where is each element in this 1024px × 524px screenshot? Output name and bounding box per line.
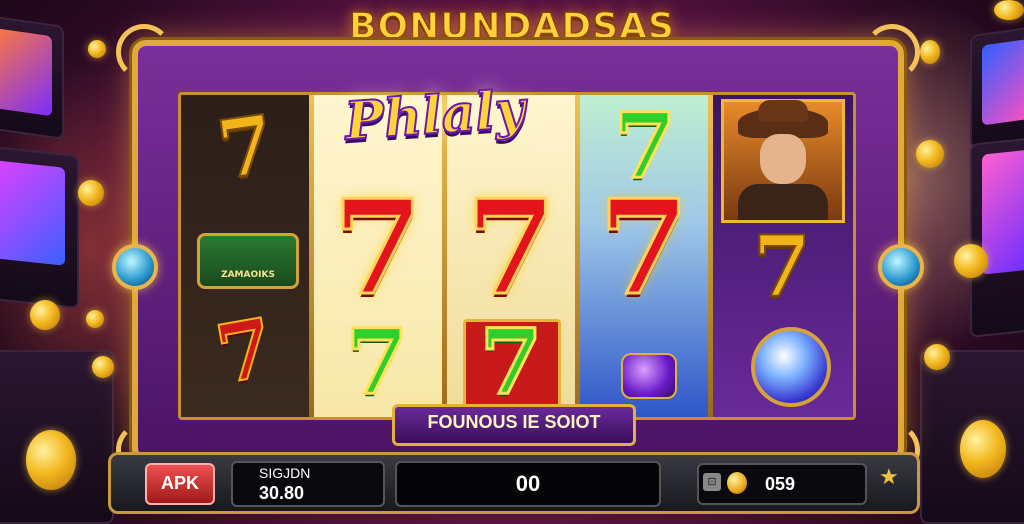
balance-display: SIGJDN 30.80: [231, 461, 385, 507]
coin-icon: [916, 140, 944, 168]
control-bar: APK SIGJDN 30.80 00 ⊡ 059 ★: [108, 452, 920, 514]
reel-1: 7 ZAMAOIKS 7: [181, 95, 309, 417]
coin-icon: [86, 310, 104, 328]
side-gem-left: [112, 244, 158, 290]
coin-icon: [954, 244, 988, 278]
cowboy-symbol: [721, 99, 845, 223]
red-seven-symbol: 7: [464, 171, 557, 324]
coin-icon: [92, 356, 114, 378]
coin-icon: [727, 472, 747, 494]
apk-button[interactable]: APK: [145, 463, 215, 505]
coin-icon: [78, 180, 104, 206]
purple-gem-symbol: [621, 353, 677, 399]
coin-display: ⊡ 059: [697, 463, 867, 505]
ornament-corner: [116, 24, 172, 80]
arcade-cabinet-right-mid: [970, 136, 1024, 338]
gem-chest-symbol: ZAMAOIKS: [197, 233, 299, 289]
coin-icon: [26, 430, 76, 490]
coin-icon: [30, 300, 60, 330]
blue-orb-symbol: [751, 327, 831, 407]
star-icon[interactable]: ★: [879, 465, 899, 490]
red-seven-symbol: 7: [208, 299, 281, 403]
red-seven-symbol: 7: [597, 171, 690, 324]
ornament-corner: [864, 24, 920, 80]
coin-value: 059: [765, 474, 796, 494]
chest-label: ZAMAOIKS: [221, 270, 275, 280]
green-seven-symbol: 7: [344, 309, 410, 415]
red-seven-symbol: 7: [331, 171, 424, 324]
coin-tag-icon: ⊡: [703, 473, 721, 491]
balance-value: 30.80: [259, 483, 305, 503]
coin-icon: [960, 420, 1006, 478]
balance-label: SIGJDN: [259, 465, 311, 481]
win-display: 00: [395, 461, 661, 507]
arcade-cabinet-left-mid: [0, 144, 79, 310]
gold-seven-symbol: 7: [752, 217, 812, 316]
gold-seven-symbol: 7: [211, 96, 281, 199]
side-gem-right: [878, 244, 924, 290]
sub-banner: FOUNOUS IE SOIOT: [392, 404, 636, 446]
green-seven-symbol: 7: [478, 309, 544, 415]
coin-icon: [924, 344, 950, 370]
